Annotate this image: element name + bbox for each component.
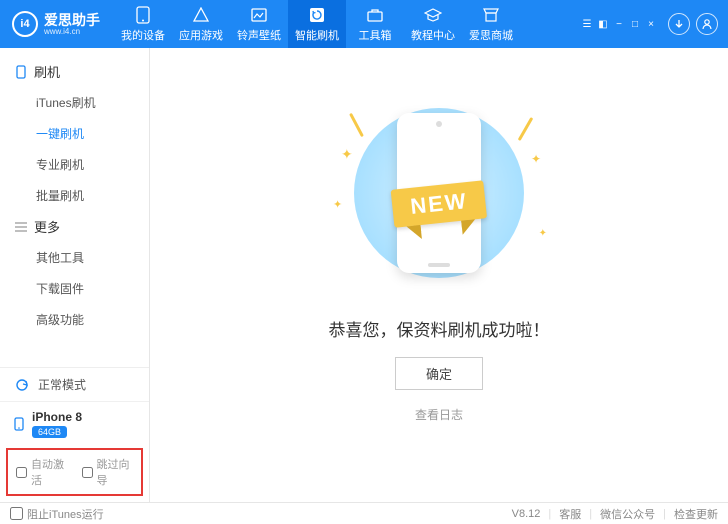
checkbox-label: 跳过向导 [97, 456, 134, 488]
success-message: 恭喜您，保资料刷机成功啦！ [329, 316, 550, 341]
wechat-link[interactable]: 微信公众号 [600, 506, 655, 522]
sync-icon [14, 377, 30, 393]
nav-label: 铃声壁纸 [237, 27, 281, 43]
toolbox-icon [366, 6, 384, 24]
main-content: ✦✦✦✦ NEW 恭喜您，保资料刷机成功啦！ 确定 查看日志 [150, 48, 728, 502]
refresh-icon [308, 6, 326, 24]
nav-label: 应用游戏 [179, 27, 223, 43]
phone-icon [134, 6, 152, 24]
maximize-icon[interactable]: □ [628, 17, 642, 31]
device-mode-row[interactable]: 正常模式 [0, 368, 149, 402]
close-icon[interactable]: × [644, 17, 658, 31]
nav-label: 智能刷机 [295, 27, 339, 43]
sidebar-item-pro-flash[interactable]: 专业刷机 [0, 149, 149, 180]
device-name: iPhone 8 [32, 410, 82, 424]
version-label: V8.12 [512, 508, 541, 520]
nav-label: 工具箱 [359, 27, 392, 43]
group-label: 更多 [34, 217, 60, 236]
sidebar-item-download-firmware[interactable]: 下载固件 [0, 273, 149, 304]
status-bar: 阻止iTunes运行 V8.12 | 客服 | 微信公众号 | 检查更新 [0, 502, 728, 524]
nav-ringtones[interactable]: 铃声壁纸 [230, 0, 288, 48]
nav-store[interactable]: 爱思商城 [462, 0, 520, 48]
skin-icon[interactable]: ◧ [596, 17, 610, 31]
nav-flash[interactable]: 智能刷机 [288, 0, 346, 48]
user-icon[interactable] [696, 13, 718, 35]
checkbox-label: 阻止iTunes运行 [27, 506, 104, 522]
sidebar-item-other-tools[interactable]: 其他工具 [0, 242, 149, 273]
minimize-icon[interactable]: − [612, 17, 626, 31]
skip-wizard-checkbox[interactable]: 跳过向导 [82, 456, 134, 488]
ok-button[interactable]: 确定 [395, 357, 483, 390]
auto-activate-checkbox[interactable]: 自动激活 [16, 456, 68, 488]
check-update-link[interactable]: 检查更新 [674, 506, 718, 522]
app-name: 爱思助手 [44, 13, 100, 27]
success-illustration: ✦✦✦✦ NEW [329, 98, 549, 288]
checkbox-label: 自动激活 [31, 456, 68, 488]
block-itunes-checkbox[interactable]: 阻止iTunes运行 [10, 506, 104, 522]
flash-options-box: 自动激活 跳过向导 [6, 448, 143, 496]
mode-label: 正常模式 [38, 376, 86, 393]
device-storage-badge: 64GB [32, 426, 67, 438]
new-ribbon: NEW [391, 181, 488, 229]
nav-tutorials[interactable]: 教程中心 [404, 0, 462, 48]
nav-label: 教程中心 [411, 27, 455, 43]
nav-toolbox[interactable]: 工具箱 [346, 0, 404, 48]
top-nav: 我的设备 应用游戏 铃声壁纸 智能刷机 工具箱 教程中心 爱思商城 [114, 0, 520, 48]
logo-badge-icon: i4 [12, 11, 38, 37]
title-bar: i4 爱思助手 www.i4.cn 我的设备 应用游戏 铃声壁纸 智能刷机 工具… [0, 0, 728, 48]
sidebar-item-oneclick-flash[interactable]: 一键刷机 [0, 118, 149, 149]
graduation-icon [424, 6, 442, 24]
support-link[interactable]: 客服 [559, 506, 581, 522]
nav-my-device[interactable]: 我的设备 [114, 0, 172, 48]
app-logo: i4 爱思助手 www.i4.cn [0, 11, 110, 37]
view-log-link[interactable]: 查看日志 [415, 406, 463, 423]
sidebar-group-more[interactable]: 更多 [0, 211, 149, 242]
sidebar-group-flash[interactable]: 刷机 [0, 56, 149, 87]
sidebar-item-itunes-flash[interactable]: iTunes刷机 [0, 87, 149, 118]
sidebar-item-batch-flash[interactable]: 批量刷机 [0, 180, 149, 211]
device-phone-icon [14, 417, 24, 431]
nav-label: 我的设备 [121, 27, 165, 43]
window-controls: ☰ ◧ − □ × [580, 13, 728, 35]
list-icon [14, 220, 28, 234]
sidebar: 刷机 iTunes刷机 一键刷机 专业刷机 批量刷机 更多 其他工具 下载固件 … [0, 48, 150, 502]
nav-label: 爱思商城 [469, 27, 513, 43]
nav-apps[interactable]: 应用游戏 [172, 0, 230, 48]
download-icon[interactable] [668, 13, 690, 35]
phone-outline-icon [14, 65, 28, 79]
device-row[interactable]: iPhone 8 64GB [0, 402, 149, 446]
store-icon [482, 6, 500, 24]
app-site: www.i4.cn [44, 27, 100, 36]
menu-icon[interactable]: ☰ [580, 17, 594, 31]
sidebar-item-advanced[interactable]: 高级功能 [0, 304, 149, 335]
apps-icon [192, 6, 210, 24]
group-label: 刷机 [34, 62, 60, 81]
image-icon [250, 6, 268, 24]
